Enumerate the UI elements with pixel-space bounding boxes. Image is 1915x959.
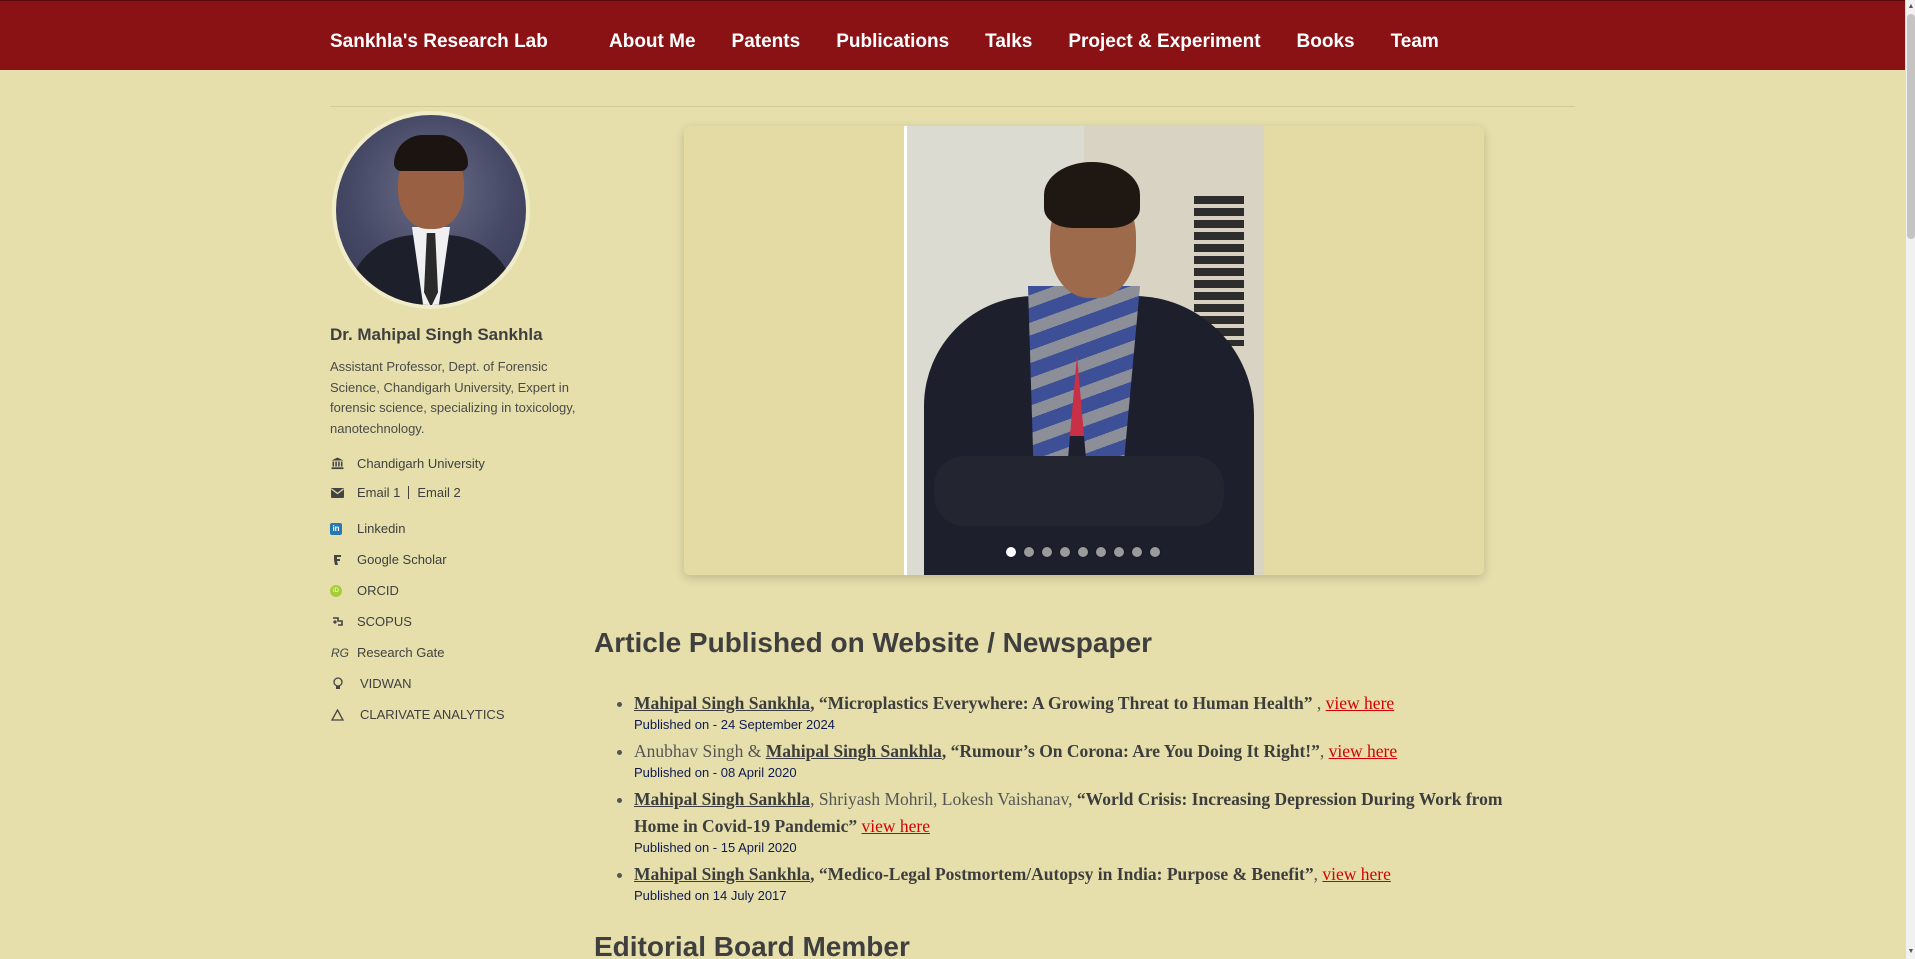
carousel-dot[interactable] [1060,547,1070,557]
article-separator: , [1312,693,1326,713]
email-separator [408,486,410,499]
carousel-dot[interactable] [1150,547,1160,557]
scopus-link[interactable]: SCOPUS [357,614,412,629]
scopus-icon [330,614,345,629]
brand-link[interactable]: Sankhla's Research Lab [330,31,548,53]
article-publish-date: Published on - 15 April 2020 [634,840,797,855]
carousel-dot[interactable] [1096,547,1106,557]
nav-books[interactable]: Books [1297,31,1355,53]
carousel-dot[interactable] [1078,547,1088,557]
article-item: Mahipal Singh Sankhla, Shriyash Mohril, … [634,786,1540,856]
lightbulb-icon [330,676,345,691]
carousel-dot[interactable] [1042,547,1052,557]
editorial-heading: Editorial Board Member [594,931,910,959]
article-publish-date: Published on - 24 September 2024 [634,717,835,732]
article-publish-date: Published on - 08 April 2020 [634,765,797,780]
nav-team[interactable]: Team [1391,31,1439,53]
view-here-link[interactable]: view here [1322,864,1391,884]
carousel-dot[interactable] [1132,547,1142,557]
article-separator: , [1319,741,1329,761]
nav-publications[interactable]: Publications [836,31,949,53]
article-author[interactable]: Mahipal Singh Sankhla [766,741,942,761]
vidwan-link[interactable]: VIDWAN [360,676,412,691]
researchgate-icon: RG [331,645,349,660]
clarivate-item[interactable]: CLARIVATE ANALYTICS [330,707,505,722]
article-publish-date: Published on 14 July 2017 [634,888,787,903]
nav-about-me[interactable]: About Me [609,31,696,53]
scopus-item[interactable]: SCOPUS [330,614,412,629]
google-scholar-icon [330,552,345,567]
articles-heading: Article Published on Website / Newspaper [594,627,1153,658]
scroll-thumb[interactable] [1907,14,1915,239]
nav-talks[interactable]: Talks [985,31,1032,53]
linkedin-icon: in [330,522,342,535]
affiliation-item: Chandigarh University [330,456,485,471]
nav-links: About Me Patents Publications Talks Proj… [609,31,1475,53]
orcid-link[interactable]: ORCID [357,583,399,598]
envelope-icon [330,485,345,500]
researchgate-item[interactable]: RG Research Gate [330,645,444,660]
carousel-dot[interactable] [1006,547,1016,557]
nav-project-experiment[interactable]: Project & Experiment [1068,31,1260,53]
vidwan-item[interactable]: VIDWAN [330,676,412,691]
scroll-up-arrow-icon[interactable]: ▲ [1906,2,1915,12]
view-here-link[interactable]: view here [1326,693,1395,713]
article-title: , “Medico-Legal Postmortem/Autopsy in In… [810,864,1314,884]
page-scrollbar[interactable]: ▲ ▼ [1905,0,1915,959]
article-list: Mahipal Singh Sankhla, “Microplastics Ev… [620,690,1540,909]
triangle-icon [330,707,345,722]
linkedin-link[interactable]: Linkedin [357,521,405,536]
carousel-dot[interactable] [1024,547,1034,557]
profile-name: Dr. Mahipal Singh Sankhla [330,325,543,344]
email-2-link[interactable]: Email 2 [417,485,460,500]
article-author[interactable]: Mahipal Singh Sankhla [634,789,810,809]
photo-carousel[interactable] [684,126,1484,575]
carousel-slide-image [904,126,1264,575]
email-1-link[interactable]: Email 1 [357,485,400,500]
orcid-item[interactable]: iD ORCID [330,583,399,598]
scroll-down-arrow-icon[interactable]: ▼ [1906,947,1915,957]
top-navbar: Sankhla's Research Lab About Me Patents … [0,0,1905,70]
orcid-icon: iD [330,584,342,597]
article-item: Mahipal Singh Sankhla, “Microplastics Ev… [634,690,1540,733]
profile-description: Assistant Professor, Dept. of Forensic S… [330,359,576,436]
article-title: , “Rumour’s On Corona: Are You Doing It … [941,741,1320,761]
google-scholar-link[interactable]: Google Scholar [357,552,447,567]
article-author[interactable]: Mahipal Singh Sankhla [634,693,810,713]
article-title: , “Microplastics Everywhere: A Growing T… [810,693,1313,713]
nav-patents[interactable]: Patents [732,31,801,53]
clarivate-link[interactable]: CLARIVATE ANALYTICS [360,707,505,722]
linkedin-item[interactable]: in Linkedin [330,521,405,536]
researchgate-link[interactable]: Research Gate [357,645,444,660]
article-item: Mahipal Singh Sankhla, “Medico-Legal Pos… [634,861,1540,904]
affiliation-text: Chandigarh University [357,456,485,471]
view-here-link[interactable]: view here [862,816,931,836]
view-here-link[interactable]: view here [1329,741,1398,761]
profile-avatar [332,111,530,309]
article-item: Anubhav Singh & Mahipal Singh Sankhla, “… [634,738,1540,781]
bank-icon [330,456,345,471]
carousel-indicators [1006,547,1168,557]
carousel-dot[interactable] [1114,547,1124,557]
article-coauthors: , Shriyash Mohril, Lokesh Vaishanav, [810,789,1077,809]
article-author[interactable]: Mahipal Singh Sankhla [634,864,810,884]
top-divider [330,106,1575,107]
email-item: Email 1 Email 2 [330,485,461,500]
article-pre-authors: Anubhav Singh & [634,741,766,761]
google-scholar-item[interactable]: Google Scholar [330,552,447,567]
